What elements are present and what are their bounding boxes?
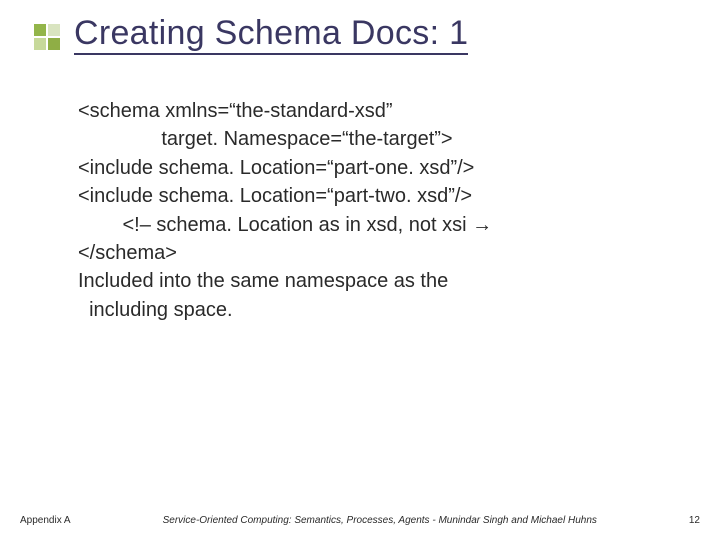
- slide-number: 12: [689, 515, 700, 526]
- code-line: <include schema. Location=“part-one. xsd…: [78, 154, 690, 182]
- footer-left: Appendix A: [20, 515, 71, 526]
- code-line: target. Namespace=“the-target”>: [78, 125, 690, 153]
- footer-center: Service-Oriented Computing: Semantics, P…: [71, 515, 689, 526]
- slide-title: Creating Schema Docs: 1: [74, 14, 468, 55]
- body-line: Included into the same namespace as the: [78, 267, 690, 295]
- code-line: </schema>: [78, 239, 690, 267]
- slide-body: <schema xmlns=“the-standard-xsd” target.…: [0, 55, 720, 324]
- code-line: <include schema. Location=“part-two. xsd…: [78, 182, 690, 210]
- code-line: <!– schema. Location as in xsd, not xsi …: [78, 211, 690, 239]
- body-line: including space.: [78, 296, 690, 324]
- code-line: <schema xmlns=“the-standard-xsd”: [78, 97, 690, 125]
- title-bullet-icon: [34, 24, 60, 50]
